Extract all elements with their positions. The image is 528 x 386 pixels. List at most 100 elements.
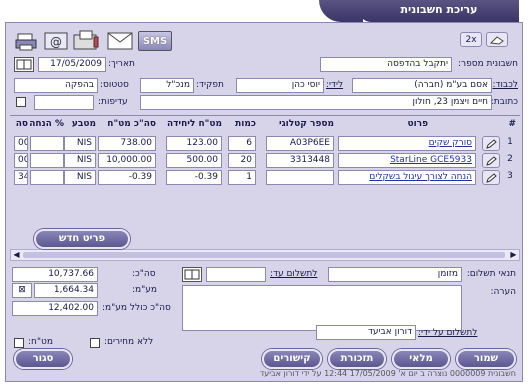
save-button[interactable]: שמור: [456, 349, 516, 369]
edit-pencil-icon[interactable]: [482, 170, 500, 185]
col-num: #: [508, 119, 516, 129]
vat-label: מע"מ:: [132, 285, 158, 295]
subtotal-label: סה"כ:: [132, 269, 156, 279]
total-with-vat-label: סה"כ כולל מע"מ:: [102, 303, 171, 313]
scroll-right-icon[interactable]: ▶: [509, 251, 518, 259]
cell-sum[interactable]: 00: [14, 136, 28, 151]
payment-terms-field[interactable]: מזומן: [328, 267, 462, 282]
date-label: תאריך:: [108, 59, 135, 69]
col-currency: מטבע: [71, 119, 96, 129]
cell-currency[interactable]: NIS: [64, 170, 96, 185]
sms-label: SMS: [142, 35, 168, 47]
cell-currency[interactable]: NIS: [64, 136, 96, 151]
pay-by-field[interactable]: דורון אביעד: [316, 325, 416, 340]
scroll-left-icon[interactable]: ◀: [12, 251, 21, 259]
table-row[interactable]: 2 StarLine GCE5933 3313448 20 500.00 10,000.0…: [10, 153, 520, 168]
cell-num: 2: [507, 154, 513, 164]
due-date-label[interactable]: לתשלום עד:: [270, 269, 317, 279]
customer-label[interactable]: לכבוד:: [493, 80, 518, 90]
cell-catalog[interactable]: 3313448: [266, 153, 334, 168]
cell-catalog[interactable]: [266, 170, 334, 185]
status-label: סטטוס:: [100, 80, 129, 90]
col-sum: סה: [15, 119, 28, 129]
col-discount: % הנחה: [29, 119, 64, 129]
cell-discount[interactable]: [30, 136, 64, 151]
invoice-number-field[interactable]: יתקבל בהדפסה: [320, 57, 452, 72]
cell-catalog[interactable]: A03P6EE: [266, 136, 334, 151]
col-total: סה"כ מט"ח: [107, 119, 156, 129]
address-field[interactable]: חיים ויצמן 23, חולון: [140, 95, 492, 110]
total-with-vat-field: 12,402.00: [12, 301, 98, 316]
pay-by-label[interactable]: לתשלום על ידי:: [418, 328, 477, 338]
printer-icon[interactable]: [14, 31, 40, 53]
cell-qty[interactable]: 20: [228, 153, 256, 168]
cell-unit[interactable]: 123.00: [166, 136, 222, 151]
email-at-icon[interactable]: @: [42, 29, 70, 53]
cell-total[interactable]: -0.39: [98, 170, 156, 185]
window-title-tab: עריכת חשבונית: [319, 0, 519, 22]
fx-label: מט"ח:: [28, 337, 54, 347]
attn-field[interactable]: יוסי כהן: [236, 78, 324, 93]
cell-qty[interactable]: 6: [228, 136, 256, 151]
cell-desc[interactable]: הנחה לצורך עיגול בשקלים: [338, 170, 476, 185]
role-label: תפקיד:: [196, 80, 224, 90]
calendar-icon[interactable]: [14, 57, 34, 72]
stock-button[interactable]: מלאי: [392, 349, 450, 369]
items-rows: 1סורק שקיםA03P6EE6123.00738.00NIS002Star…: [10, 136, 520, 196]
table-row[interactable]: 3הנחה לצורך עיגול בשקלים1-0.39-0.39NIS34…: [10, 170, 520, 185]
no-prices-checkbox[interactable]: [90, 338, 100, 348]
subtotal-field: 10,737.66: [12, 267, 98, 282]
col-catalog: מספר קטלוגי: [278, 119, 334, 129]
fax-icon[interactable]: [72, 29, 102, 53]
date-field[interactable]: 17/05/2009: [38, 57, 106, 72]
col-desc: פרוט: [407, 119, 428, 129]
col-qty: כמות: [235, 119, 256, 129]
status-field[interactable]: בהפקה: [14, 78, 98, 93]
cell-desc[interactable]: StarLine GCE5933: [338, 153, 476, 168]
reminder-button[interactable]: תזכורת: [328, 349, 386, 369]
details-checkbox[interactable]: [16, 97, 26, 107]
close-button[interactable]: סגור: [14, 349, 72, 369]
new-item-button[interactable]: פריט חדש: [34, 229, 130, 249]
customer-field[interactable]: אסם בע"מ (חברה): [352, 78, 492, 93]
vat-field: 1,664.34: [34, 283, 98, 298]
zoom-label: 2x: [465, 34, 477, 45]
table-row[interactable]: 1 סורק שקים A03P6EE 6 123.00 738.00NIS 00: [10, 136, 520, 151]
fx-checkbox[interactable]: [14, 338, 24, 348]
cell-desc[interactable]: סורק שקים: [338, 136, 476, 151]
scroll-thumb[interactable]: [23, 252, 505, 258]
priority-label: עדיפות:: [98, 97, 128, 107]
edit-pencil-icon[interactable]: [482, 153, 500, 168]
priority-field[interactable]: [34, 95, 94, 110]
attn-label[interactable]: לידי:: [326, 80, 343, 90]
svg-text:@: @: [50, 35, 62, 49]
zoom-button[interactable]: 2x: [460, 32, 482, 47]
due-calendar-icon[interactable]: [182, 267, 202, 282]
no-prices-label: ללא מחירים:: [104, 337, 154, 347]
cell-num: 3: [507, 171, 513, 181]
cell-currency[interactable]: NIS: [64, 153, 96, 168]
horizontal-scrollbar[interactable]: ◀ ▶: [10, 249, 520, 261]
cell-unit[interactable]: 500.00: [166, 153, 222, 168]
cell-qty[interactable]: 1: [228, 170, 256, 185]
cell-num: 1: [507, 137, 513, 147]
cell-total[interactable]: 10,000.00: [98, 153, 156, 168]
footer-created-text: חשבונית 0000009 נוצרה ב יום א' 17/05/200…: [259, 369, 516, 378]
edit-pencil-icon[interactable]: [482, 136, 500, 151]
invoice-edit-panel: @ SMS 2x חשבונית מספר: יתקבל בהדפסה תארי…: [5, 22, 523, 382]
cell-sum[interactable]: 34-: [14, 170, 28, 185]
due-date-field[interactable]: [206, 267, 266, 282]
cell-sum[interactable]: 00: [14, 153, 28, 168]
note-label: הערה:: [490, 287, 516, 297]
vat-select[interactable]: ⊠: [12, 283, 32, 298]
cell-unit[interactable]: -0.39: [166, 170, 222, 185]
cell-total[interactable]: 738.00: [98, 136, 156, 151]
links-button[interactable]: קישורים: [262, 349, 322, 369]
envelope-icon[interactable]: [106, 29, 134, 53]
role-field[interactable]: מנכ"ל: [140, 78, 194, 93]
cell-discount[interactable]: [30, 153, 64, 168]
sms-icon[interactable]: SMS: [138, 31, 172, 51]
window-title: עריכת חשבונית: [400, 3, 478, 16]
cell-discount[interactable]: [30, 170, 64, 185]
eraser-icon[interactable]: [486, 32, 508, 47]
